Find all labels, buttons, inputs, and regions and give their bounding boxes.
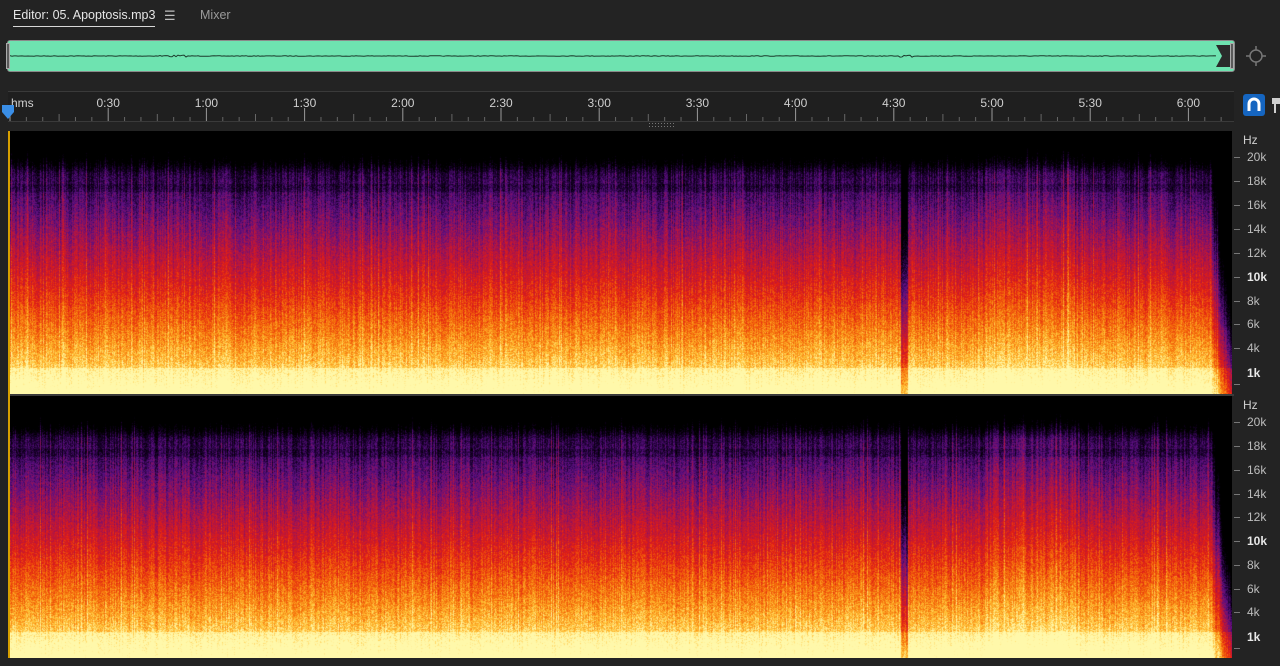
frequency-label: 18k (1247, 174, 1267, 189)
ruler-tick-label: 6:00 (1176, 96, 1201, 110)
tab-editor[interactable]: Editor: 05. Apoptosis.mp3 (13, 8, 156, 27)
frequency-label: 4k (1247, 341, 1260, 356)
frequency-axis-left[interactable]: Hz 20k 18k 16k 14k 12k 10k 8k 6k 4k 1k (1234, 131, 1280, 394)
frequency-tick (1234, 648, 1240, 650)
snap-button[interactable] (1243, 94, 1265, 116)
overview-left-handle[interactable] (6, 43, 10, 69)
frequency-label: 4k (1247, 605, 1260, 620)
magnet-icon (1247, 97, 1261, 111)
ruler-tick-label: 2:30 (489, 96, 513, 110)
frequency-label: 20k (1247, 150, 1267, 165)
ruler-tick-label: 2:00 (391, 96, 415, 110)
ruler-tick-label: 5:00 (980, 96, 1004, 110)
frequency-label: 1k (1247, 366, 1261, 381)
ruler-tick-label: 3:00 (587, 96, 611, 110)
hamburger-menu-icon[interactable]: ☰ (164, 8, 176, 24)
frequency-tick (1234, 157, 1240, 159)
frequency-tick (1234, 446, 1240, 448)
frequency-tick (1234, 588, 1240, 590)
frequency-label: 14k (1247, 222, 1267, 237)
ruler-tick-label: 0:30 (96, 96, 120, 110)
panel-resize-grip[interactable] (649, 123, 675, 127)
frequency-label: 6k (1247, 581, 1260, 596)
panel-tab-bar: Editor: 05. Apoptosis.mp3 ☰ Mixer (0, 0, 1280, 34)
frequency-label: 12k (1247, 510, 1267, 525)
frequency-label: 8k (1247, 293, 1260, 308)
frequency-tick (1234, 612, 1240, 614)
frequency-tick (1234, 541, 1240, 543)
zoom-navigator-icon[interactable] (1245, 45, 1267, 67)
frequency-tick (1234, 229, 1240, 231)
frequency-tick (1234, 300, 1240, 302)
playhead-marker[interactable] (2, 105, 14, 119)
selection-start-edge (8, 131, 10, 658)
marker-icon[interactable] (1269, 94, 1280, 116)
spectral-channel-left[interactable] (10, 131, 1232, 394)
ruler-tick-label: 4:00 (783, 96, 808, 110)
ruler-tick-label: 3:30 (685, 96, 710, 110)
frequency-label: 14k (1247, 486, 1267, 501)
time-units-label: hms (11, 96, 34, 110)
frequency-tick (1234, 493, 1240, 495)
frequency-tick (1234, 348, 1240, 350)
ruler-tick-label: 1:30 (292, 96, 317, 110)
waveform-overview[interactable] (6, 40, 1235, 72)
frequency-label: 16k (1247, 198, 1267, 213)
hz-unit-label: Hz (1243, 398, 1258, 412)
frequency-axis-right[interactable]: Hz 20k 18k 16k 14k 12k 10k 8k 6k 4k 1k (1234, 396, 1280, 658)
spectrogram-right (10, 396, 1232, 658)
ruler-tick-label: 5:30 (1078, 96, 1102, 110)
frequency-label: 16k (1247, 462, 1267, 477)
frequency-tick (1234, 324, 1240, 326)
time-ruler[interactable]: hms 0:30 1:00 1:30 2:00 2:30 3:00 3:30 4:00 4:30… (8, 91, 1234, 122)
frequency-tick (1234, 181, 1240, 183)
spectrogram-left (10, 131, 1232, 394)
frequency-label: 10k (1247, 534, 1268, 549)
frequency-label: 12k (1247, 245, 1267, 260)
ruler-tick-label: 4:30 (882, 96, 906, 110)
ruler-tick-label: 1:00 (194, 96, 219, 110)
frequency-label: 18k (1247, 439, 1267, 454)
overview-end-marker (1216, 45, 1230, 67)
frequency-tick (1234, 384, 1240, 386)
frequency-label: 1k (1247, 630, 1261, 645)
ruler-ticks (9, 108, 1222, 121)
tab-mixer[interactable]: Mixer (200, 8, 231, 22)
frequency-label: 10k (1247, 269, 1268, 284)
overview-waveform-line (9, 45, 1230, 67)
frequency-tick (1234, 517, 1240, 519)
spectral-channel-right[interactable] (10, 396, 1232, 658)
frequency-tick (1234, 276, 1240, 278)
frequency-tick (1234, 564, 1240, 566)
frequency-tick (1234, 252, 1240, 254)
overview-right-handle[interactable] (1230, 43, 1234, 69)
hz-unit-label: Hz (1243, 133, 1258, 147)
frequency-label: 8k (1247, 557, 1260, 572)
frequency-label: 20k (1247, 415, 1267, 430)
frequency-label: 6k (1247, 317, 1260, 332)
frequency-tick (1234, 469, 1240, 471)
frequency-tick (1234, 422, 1240, 424)
frequency-tick (1234, 205, 1240, 207)
